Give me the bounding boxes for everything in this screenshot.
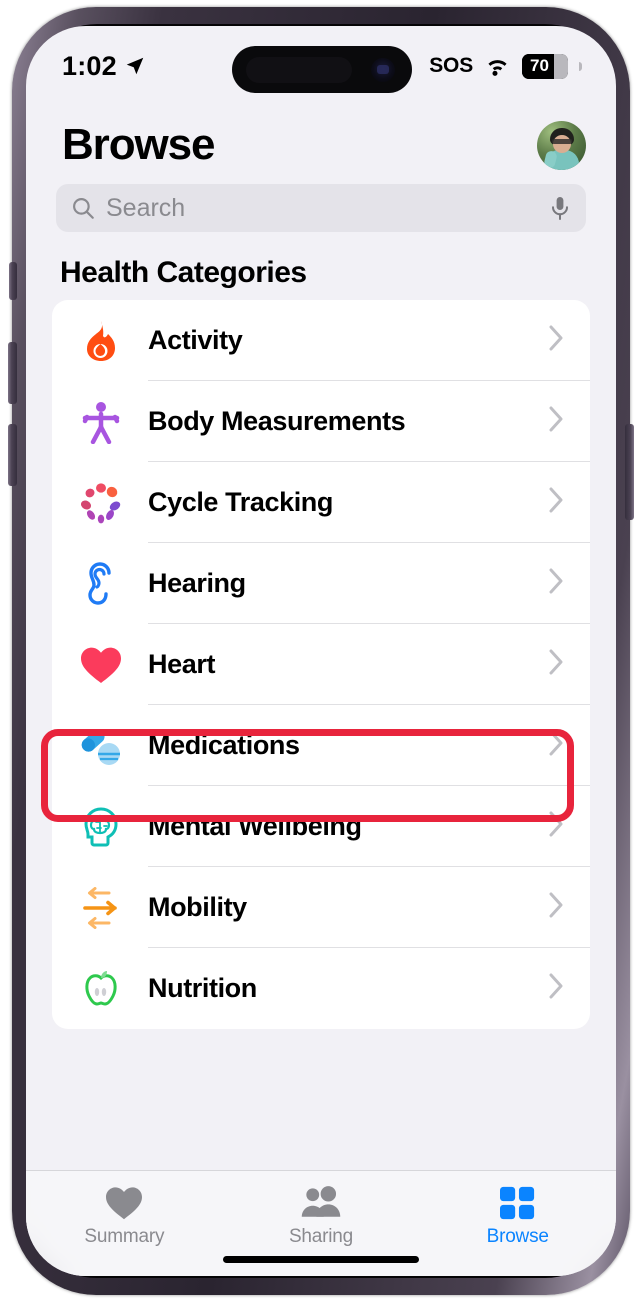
power-button[interactable] [625, 424, 634, 520]
location-arrow-icon [126, 57, 144, 75]
search-input[interactable]: Search [106, 194, 538, 223]
category-label: Activity [148, 325, 243, 355]
category-label: Mobility [148, 892, 247, 922]
microphone-icon[interactable] [548, 195, 572, 221]
avatar[interactable] [537, 120, 586, 170]
search-container: Search [26, 170, 616, 232]
search-icon [73, 198, 94, 219]
chevron-right-icon [549, 568, 590, 599]
tab-sharing[interactable]: Sharing [223, 1185, 420, 1248]
category-row-medications[interactable]: Medications [52, 705, 590, 786]
battery-cap [579, 61, 582, 71]
cycle-petals-icon [72, 482, 130, 524]
avatar-face [553, 134, 571, 153]
dynamic-island[interactable] [232, 46, 412, 93]
page-header: Browse [26, 92, 616, 170]
status-bar-right: SOS 70 [429, 53, 582, 79]
category-label: Hearing [148, 568, 246, 598]
category-row-mental-wellbeing[interactable]: Mental Wellbeing [52, 786, 590, 867]
chevron-right-icon [549, 649, 590, 680]
chevron-right-icon [549, 730, 590, 761]
action-button[interactable] [9, 262, 17, 300]
brain-head-icon [72, 805, 130, 849]
tab-label: Sharing [288, 1226, 354, 1247]
phone-screen: 1:02 SOS 70 Browse Search Health Categor… [26, 26, 616, 1276]
category-row-mobility[interactable]: Mobility [52, 867, 590, 948]
chevron-right-icon [549, 811, 590, 842]
health-categories-list: Activity Body Measurements Cycle Trackin… [52, 300, 590, 1029]
tab-label: Browse [486, 1226, 549, 1247]
tab-summary[interactable]: Summary [26, 1185, 223, 1248]
search-bar[interactable]: Search [56, 184, 586, 232]
pills-icon [72, 725, 130, 767]
battery-indicator: 70 [522, 53, 568, 79]
tab-browse[interactable]: Browse [419, 1185, 616, 1248]
apple-icon [72, 967, 130, 1011]
category-label: Mental Wellbeing [148, 811, 362, 841]
category-label: Body Measurements [148, 406, 406, 436]
avatar-glasses [552, 138, 572, 144]
home-indicator[interactable] [223, 1256, 419, 1263]
wifi-icon [488, 59, 507, 76]
chevron-right-icon [549, 487, 590, 518]
category-row-cycle-tracking[interactable]: Cycle Tracking [52, 462, 590, 543]
front-camera-icon [371, 58, 395, 82]
category-row-activity[interactable]: Activity [52, 300, 590, 381]
dynamic-island-pill [246, 57, 352, 83]
chevron-right-icon [549, 973, 590, 1004]
chevron-right-icon [549, 406, 590, 437]
category-row-heart[interactable]: Heart [52, 624, 590, 705]
category-label: Medications [148, 730, 300, 760]
arrows-icon [72, 886, 130, 929]
category-row-nutrition[interactable]: Nutrition [52, 948, 590, 1029]
body-figure-icon [72, 400, 130, 444]
category-row-hearing[interactable]: Hearing [52, 543, 590, 624]
category-label: Cycle Tracking [148, 487, 333, 517]
chevron-right-icon [549, 325, 590, 356]
heart-icon [72, 645, 130, 685]
tab-label: Summary [84, 1226, 165, 1247]
screenshot-root: 1:02 SOS 70 Browse Search Health Categor… [0, 0, 642, 1301]
volume-down-button[interactable] [8, 424, 17, 486]
clock-text: 1:02 [62, 50, 117, 81]
sos-indicator: SOS [429, 54, 473, 77]
volume-up-button[interactable] [8, 342, 17, 404]
section-title: Health Categories [60, 256, 307, 289]
people-icon [301, 1186, 341, 1217]
flame-icon [72, 319, 130, 363]
chevron-right-icon [549, 892, 590, 923]
category-row-body-measurements[interactable]: Body Measurements [52, 381, 590, 462]
page-title: Browse [62, 120, 215, 169]
battery-percent-text: 70 [530, 56, 549, 75]
heart-icon [106, 1187, 143, 1220]
browse-page: Browse Search Health Categories Activity… [26, 92, 616, 1276]
category-label: Heart [148, 649, 216, 679]
grid-icon [499, 1186, 534, 1220]
ear-icon [72, 561, 130, 607]
category-label: Nutrition [148, 973, 257, 1003]
status-bar-left: 1:02 [62, 51, 146, 82]
